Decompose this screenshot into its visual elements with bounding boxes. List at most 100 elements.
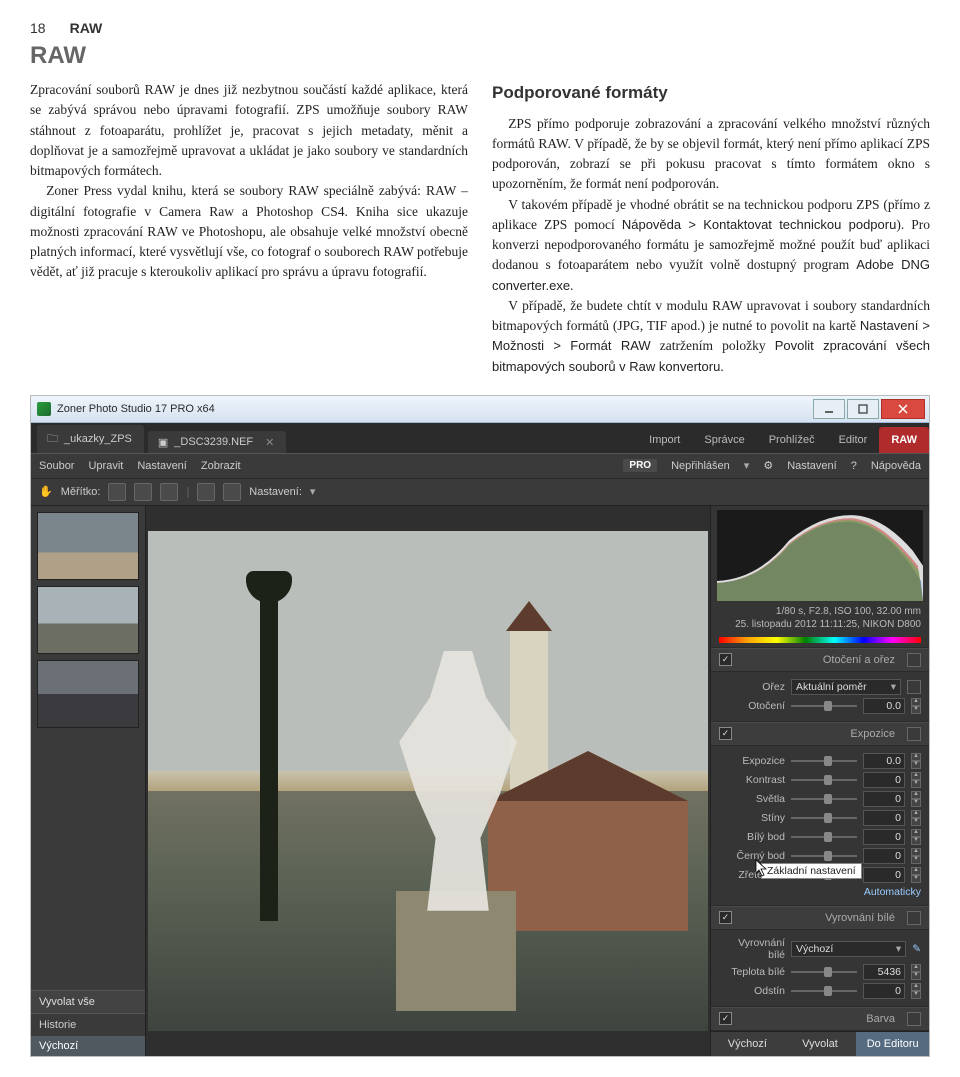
gear-icon[interactable]: ⚙	[763, 459, 773, 472]
settings-link[interactable]: Nastavení	[787, 460, 837, 472]
thumbnail[interactable]	[37, 660, 139, 728]
crop-ratio-select[interactable]: Aktuální poměr▾	[791, 679, 901, 695]
tooltip: Základní nastavení	[761, 863, 862, 879]
file-tab[interactable]: ▣ _DSC3239.NEF ✕	[148, 431, 287, 453]
menu-edit[interactable]: Upravit	[88, 460, 123, 472]
panel-crop-header[interactable]: ✓ Otočení a ořez	[711, 648, 929, 672]
left-col-p2: Zoner Press vydal knihu, která se soubor…	[30, 181, 468, 282]
black-slider[interactable]	[791, 855, 857, 857]
wb-preset-select[interactable]: Výchozí▾	[791, 941, 906, 957]
rotation-label: Otočení	[719, 700, 785, 712]
checkbox-icon[interactable]: ✓	[719, 1012, 732, 1025]
thumbnail[interactable]	[37, 512, 139, 580]
fit-icon[interactable]	[108, 483, 126, 501]
page-number: 18	[30, 20, 46, 36]
dropdown-icon[interactable]: ▾	[310, 485, 316, 498]
wb-temp-slider[interactable]	[791, 971, 857, 973]
module-viewer[interactable]: Prohlížeč	[757, 427, 827, 453]
panel-color-header[interactable]: ✓ Barva	[711, 1007, 929, 1031]
module-editor[interactable]: Editor	[827, 427, 880, 453]
highlights-value[interactable]: 0	[863, 791, 905, 807]
right-col-p3: V případě, že budete chtít v modulu RAW …	[492, 296, 930, 377]
onetoone-icon[interactable]	[134, 483, 152, 501]
menu-view[interactable]: Zobrazit	[201, 460, 241, 472]
black-value[interactable]: 0	[863, 848, 905, 864]
default-button[interactable]: Výchozí	[711, 1032, 784, 1056]
section-tabs-icon[interactable]	[719, 637, 921, 643]
checkbox-icon[interactable]: ✓	[719, 653, 732, 666]
menu-file[interactable]: Soubor	[39, 460, 74, 472]
section-title: Podporované formáty	[492, 80, 930, 106]
dropdown-icon[interactable]: ▾	[744, 459, 750, 472]
right-column: Podporované formáty ZPS přímo podporuje …	[492, 80, 930, 377]
reset-icon[interactable]	[907, 1012, 921, 1026]
module-raw[interactable]: RAW	[879, 427, 929, 453]
split-icon[interactable]	[223, 483, 241, 501]
menu-settings[interactable]: Nastavení	[137, 460, 187, 472]
window-close-button[interactable]	[881, 399, 925, 419]
wb-tint-slider[interactable]	[791, 990, 857, 992]
window-title: Zoner Photo Studio 17 PRO x64	[57, 403, 215, 415]
compare-icon[interactable]	[197, 483, 215, 501]
left-column: Zpracování souborů RAW je dnes již nezby…	[30, 80, 468, 377]
exposure-slider[interactable]	[791, 760, 857, 762]
chapter-title: RAW	[30, 42, 930, 70]
develop-button[interactable]: Vyvolat	[784, 1032, 857, 1056]
wb-tint-value[interactable]: 0	[863, 983, 905, 999]
panel-wb-header[interactable]: ✓ Vyrovnání bílé	[711, 906, 929, 930]
contrast-slider[interactable]	[791, 779, 857, 781]
window-maximize-button[interactable]	[847, 399, 879, 419]
close-tab-icon[interactable]: ✕	[265, 436, 274, 449]
reset-icon[interactable]	[907, 727, 921, 741]
eyedropper-icon[interactable]: ✎	[912, 943, 921, 955]
spin-up-icon[interactable]: ▲	[911, 698, 921, 706]
right-panel: 1/80 s, F2.8, ISO 100, 32.00 mm 25. list…	[710, 506, 929, 1056]
history-default[interactable]: Výchozí	[31, 1036, 145, 1056]
login-status[interactable]: Nepřihlášen	[671, 460, 730, 472]
image-icon: ▣	[158, 436, 168, 449]
develop-all-button[interactable]: Vyvolat vše	[31, 990, 145, 1013]
to-editor-button[interactable]: Do Editoru	[856, 1032, 929, 1056]
shadows-value[interactable]: 0	[863, 810, 905, 826]
help-link[interactable]: Nápověda	[871, 460, 921, 472]
wb-temp-value[interactable]: 5436	[863, 964, 905, 980]
window-titlebar: Zoner Photo Studio 17 PRO x64	[31, 396, 929, 423]
footer-buttons: Výchozí Vyvolat Do Editoru	[711, 1031, 929, 1056]
white-slider[interactable]	[791, 836, 857, 838]
folder-tab[interactable]: 🗀 _ukazky_ZPS	[37, 425, 144, 453]
auto-exposure-button[interactable]: Automaticky	[864, 886, 921, 898]
rotation-slider[interactable]	[791, 705, 857, 707]
reset-icon[interactable]	[907, 911, 921, 925]
histogram	[717, 510, 923, 601]
hand-tool-icon[interactable]: ✋	[39, 485, 53, 498]
thumbnail[interactable]	[37, 586, 139, 654]
module-manager[interactable]: Správce	[692, 427, 756, 453]
spin-down-icon[interactable]: ▼	[911, 706, 921, 714]
module-import[interactable]: Import	[637, 427, 692, 453]
checkbox-icon[interactable]: ✓	[719, 911, 732, 924]
scale-label: Měřítko:	[61, 486, 101, 498]
white-value[interactable]: 0	[863, 829, 905, 845]
panel-exposure-header[interactable]: ✓ Expozice	[711, 722, 929, 746]
preview-area[interactable]	[146, 506, 710, 1056]
left-panel: Vyvolat vše Historie Výchozí	[31, 506, 146, 1056]
right-col-p2: V takovém případě je vhodné obrátit se n…	[492, 195, 930, 296]
window-minimize-button[interactable]	[813, 399, 845, 419]
shadows-slider[interactable]	[791, 817, 857, 819]
reset-icon[interactable]	[907, 653, 921, 667]
zoom-lock-icon[interactable]	[160, 483, 178, 501]
clarity-value[interactable]: 0	[863, 867, 905, 883]
right-col-p1: ZPS přímo podporuje zobrazování a zpraco…	[492, 114, 930, 195]
pro-badge: PRO	[623, 459, 657, 472]
checkbox-icon[interactable]: ✓	[719, 727, 732, 740]
toolbar-settings-label: Nastavení:	[249, 486, 302, 498]
help-icon[interactable]: ?	[851, 460, 857, 472]
crop-tool-icon[interactable]	[907, 680, 921, 694]
menu-bar: Soubor Upravit Nastavení Zobrazit PRO Ne…	[31, 453, 929, 479]
exposure-value[interactable]: 0.0	[863, 753, 905, 769]
rotation-value[interactable]: 0.0	[863, 698, 905, 714]
app-screenshot: Zoner Photo Studio 17 PRO x64 🗀 _ukazky_…	[30, 395, 930, 1057]
page-header-title: RAW	[70, 20, 103, 36]
contrast-value[interactable]: 0	[863, 772, 905, 788]
highlights-slider[interactable]	[791, 798, 857, 800]
